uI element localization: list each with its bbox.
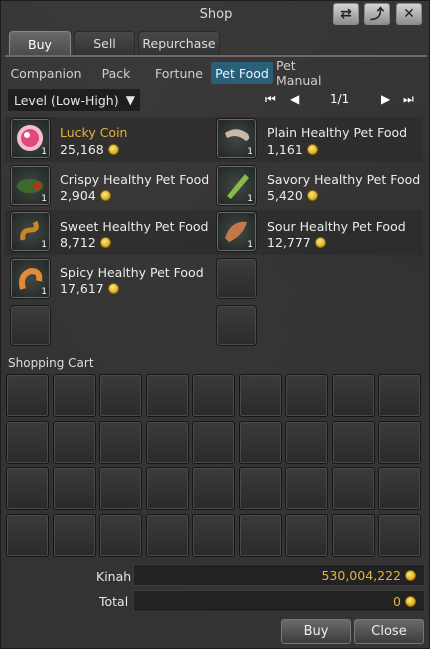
- item-price: 1,161: [267, 142, 318, 157]
- sour-pet-food-icon[interactable]: 1: [216, 211, 257, 252]
- cart-slot[interactable]: [6, 420, 49, 464]
- cart-slot[interactable]: [238, 374, 282, 417]
- empty-item-slot: [10, 305, 51, 346]
- cart-slot[interactable]: [145, 420, 189, 464]
- chevron-down-icon: ▼: [125, 93, 135, 107]
- subtab-companion[interactable]: Companion: [7, 62, 85, 84]
- sweet-pet-food-icon[interactable]: 1: [10, 211, 51, 252]
- cart-slot[interactable]: [378, 420, 421, 464]
- cart-slot[interactable]: [6, 513, 49, 557]
- kinah-coin-icon: [314, 237, 326, 248]
- kinah-value: 530,004,222: [133, 564, 425, 586]
- cart-slot[interactable]: [145, 374, 189, 417]
- cart-slot[interactable]: [6, 374, 49, 417]
- cart-slot[interactable]: [331, 513, 375, 557]
- cart-slot[interactable]: [238, 467, 282, 510]
- plain-pet-food-icon[interactable]: 1: [216, 118, 257, 159]
- empty-item-slot: [216, 258, 257, 299]
- item-name: Lucky Coin: [60, 125, 128, 140]
- refresh-icon[interactable]: ⇄: [333, 3, 359, 25]
- item-name: Crispy Healthy Pet Food: [60, 172, 210, 187]
- kinah-coin-icon: [107, 283, 119, 294]
- cart-slot[interactable]: [285, 420, 328, 464]
- cart-slot[interactable]: [285, 513, 328, 557]
- cart-slot[interactable]: [52, 467, 96, 510]
- prev-page-icon[interactable]: ◀: [290, 92, 299, 106]
- crispy-pet-food-icon[interactable]: 1: [10, 165, 51, 206]
- cart-slot[interactable]: [331, 467, 375, 510]
- page-indicator: 1/1: [330, 92, 350, 106]
- cart-slot[interactable]: [52, 513, 96, 557]
- shopping-cart-label: Shopping Cart: [8, 356, 94, 370]
- kinah-coin-icon: [405, 569, 416, 581]
- item-name: Savory Healthy Pet Food: [267, 172, 421, 187]
- cart-slot[interactable]: [192, 420, 235, 464]
- item-name: Sweet Healthy Pet Food: [60, 219, 209, 234]
- cart-slot[interactable]: [192, 374, 235, 417]
- item-price: 17,617: [60, 281, 119, 296]
- kinah-coin-icon: [99, 190, 111, 201]
- total-label: Total: [99, 594, 129, 609]
- cart-slot[interactable]: [52, 374, 96, 417]
- kinah-coin-icon: [306, 144, 318, 155]
- cart-slot[interactable]: [192, 513, 235, 557]
- cart-slot[interactable]: [238, 420, 282, 464]
- close-icon[interactable]: ✕: [396, 3, 422, 25]
- cart-slot[interactable]: [331, 420, 375, 464]
- cart-slot[interactable]: [99, 513, 142, 557]
- cart-slot[interactable]: [238, 513, 282, 557]
- total-value: 0: [133, 590, 425, 612]
- first-page-icon[interactable]: ⏮: [265, 92, 276, 107]
- last-page-icon[interactable]: ⏭: [403, 92, 414, 107]
- cart-slot[interactable]: [378, 467, 421, 510]
- kinah-coin-icon: [107, 144, 119, 155]
- item-list: 1 Lucky Coin 25,168 1 Plain Healthy Pet …: [5, 115, 423, 351]
- next-page-icon[interactable]: ▶: [381, 92, 390, 106]
- cart-slot[interactable]: [6, 467, 49, 510]
- tab-sell[interactable]: Sell: [74, 31, 135, 55]
- cart-slot[interactable]: [145, 513, 189, 557]
- tab-repurchase[interactable]: Repurchase: [138, 31, 220, 55]
- item-price: 8,712: [60, 235, 111, 250]
- item-name: Plain Healthy Pet Food: [267, 125, 408, 140]
- buy-button[interactable]: Buy: [281, 619, 351, 644]
- item-name: Sour Healthy Pet Food: [267, 219, 406, 234]
- sort-value: Level (Low-High): [14, 92, 119, 108]
- sort-dropdown[interactable]: Level (Low-High) ▼: [7, 88, 141, 112]
- tab-divider: [5, 55, 427, 57]
- cart-slot[interactable]: [378, 513, 421, 557]
- tab-buy[interactable]: Buy: [9, 31, 71, 56]
- kinah-label: Kinah: [96, 569, 132, 584]
- item-name: Spicy Healthy Pet Food: [60, 265, 204, 280]
- cart-slot[interactable]: [99, 467, 142, 510]
- cart-slot[interactable]: [378, 374, 421, 417]
- savory-pet-food-icon[interactable]: 1: [216, 165, 257, 206]
- lucky-coin-icon[interactable]: 1: [10, 118, 51, 159]
- cart-slot[interactable]: [145, 467, 189, 510]
- subtab-pet-manual[interactable]: Pet Manual: [276, 58, 344, 88]
- shop-window: Shop ⇄ ⤴ ✕ Buy Sell Repurchase Companion…: [0, 0, 430, 649]
- empty-item-slot: [216, 305, 257, 346]
- kinah-coin-icon: [405, 595, 416, 607]
- cart-slot[interactable]: [285, 374, 328, 417]
- cart-slot[interactable]: [99, 420, 142, 464]
- item-price: 5,420: [267, 188, 318, 203]
- cart-slot[interactable]: [52, 420, 96, 464]
- cart-slot[interactable]: [99, 374, 142, 417]
- item-price: 12,777: [267, 235, 326, 250]
- close-button[interactable]: Close: [354, 619, 424, 644]
- item-price: 25,168: [60, 142, 119, 157]
- subtab-fortune[interactable]: Fortune: [151, 62, 207, 84]
- subtab-pet-food[interactable]: Pet Food: [211, 62, 273, 84]
- spicy-pet-food-icon[interactable]: 1: [10, 258, 51, 299]
- subtab-pack[interactable]: Pack: [95, 62, 137, 84]
- cart-slot[interactable]: [285, 467, 328, 510]
- item-price: 2,904: [60, 188, 111, 203]
- cart-slot[interactable]: [192, 467, 235, 510]
- kinah-coin-icon: [306, 190, 318, 201]
- kinah-coin-icon: [99, 237, 111, 248]
- popout-icon[interactable]: ⤴: [364, 3, 390, 25]
- cart-slot[interactable]: [331, 374, 375, 417]
